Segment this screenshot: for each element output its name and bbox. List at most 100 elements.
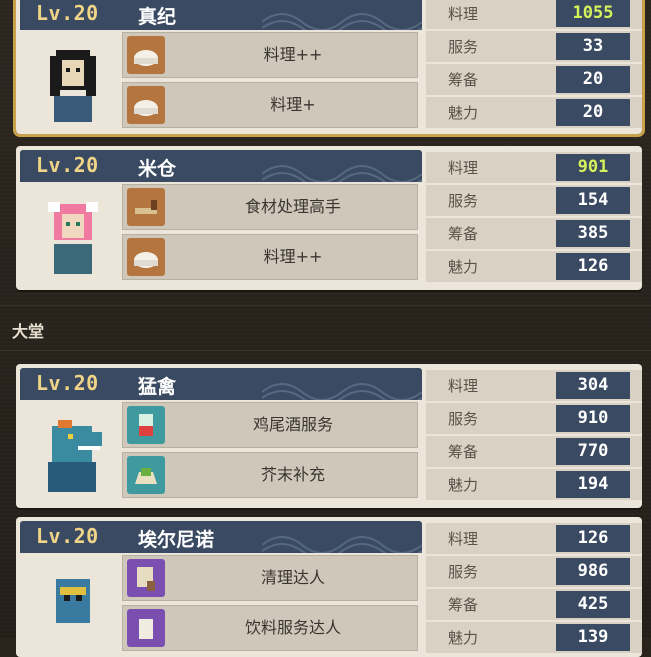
cocktail-icon [127,406,165,444]
divider [0,350,651,351]
staff-name: 埃尔尼诺 [138,529,215,551]
card-header: Lv.20 米仓 [20,150,422,182]
skills-list: 食材处理高手 料理++ [122,184,418,284]
staff-name: 米仓 [138,158,177,180]
stat-service: 服务 33 [426,31,642,62]
rice-icon [127,86,165,124]
stats-panel: 料理 126 服务 986 筹备 425 魅力 139 [426,523,642,655]
stat-label: 筹备 [448,596,479,614]
wave-pattern-icon [262,536,422,553]
stat-label: 服务 [448,192,479,210]
stat-prep: 筹备 20 [426,64,642,95]
stat-prep: 筹备 425 [426,589,642,620]
level-label: Lv.20 [36,1,99,25]
skill-item[interactable]: 清理达人 [122,555,418,601]
drink-icon [127,609,165,647]
staff-card-maki[interactable]: Lv.20 真纪 料理++ 料理+ 料理 1055 服务 33 筹备 20 魅力 20 [13,0,645,137]
stat-value: 385 [556,220,630,247]
wave-pattern-icon [262,13,422,30]
stat-value: 425 [556,591,630,618]
avatar-yonekura [48,202,98,274]
skill-label: 料理++ [263,247,323,266]
stat-cooking: 料理 901 [426,152,642,183]
stat-value: 20 [556,66,630,93]
skill-item[interactable]: 芥末补充 [122,452,418,498]
stat-value: 20 [556,99,630,126]
stat-value: 770 [556,438,630,465]
skills-list: 鸡尾酒服务 芥末补充 [122,402,418,502]
skill-item[interactable]: 鸡尾酒服务 [122,402,418,448]
stat-label: 筹备 [448,71,479,89]
stat-value: 304 [556,372,630,399]
stat-service: 服务 986 [426,556,642,587]
stat-label: 料理 [448,159,479,177]
skills-list: 清理达人 饮料服务达人 [122,555,418,655]
stat-service: 服务 910 [426,403,642,434]
skills-list: 料理++ 料理+ [122,32,418,132]
stat-cooking: 料理 304 [426,370,642,401]
skill-label: 食材处理高手 [244,197,341,216]
rice-icon [127,238,165,276]
skill-label: 料理+ [270,95,316,114]
stat-label: 服务 [448,410,479,428]
staff-name: 猛禽 [138,376,177,398]
stat-prep: 筹备 770 [426,436,642,467]
wave-pattern-icon [262,383,422,400]
stat-charm: 魅力 126 [426,251,642,282]
stat-label: 筹备 [448,443,479,461]
avatar-maki [50,50,96,122]
skill-item[interactable]: 料理+ [122,82,418,128]
stat-value: 139 [556,624,630,651]
card-header: Lv.20 猛禽 [20,368,422,400]
stat-label: 筹备 [448,225,479,243]
stat-value: 1055 [556,0,630,27]
wasabi-icon [127,456,165,494]
stat-label: 魅力 [448,476,479,494]
stat-charm: 魅力 20 [426,97,642,128]
stat-label: 服务 [448,563,479,581]
stat-value: 986 [556,558,630,585]
skill-label: 鸡尾酒服务 [252,415,333,434]
staff-card-yonekura[interactable]: Lv.20 米仓 食材处理高手 料理++ 料理 901 服务 154 筹备 385 魅… [16,146,642,290]
stat-value: 910 [556,405,630,432]
stat-value: 154 [556,187,630,214]
stats-panel: 料理 1055 服务 33 筹备 20 魅力 20 [426,0,642,130]
stat-label: 料理 [448,377,479,395]
stat-label: 魅力 [448,629,479,647]
skill-item[interactable]: 料理++ [122,32,418,78]
skill-item[interactable]: 饮料服务达人 [122,605,418,651]
rice-icon [127,36,165,74]
stat-charm: 魅力 194 [426,469,642,500]
staff-card-raptor[interactable]: Lv.20 猛禽 鸡尾酒服务 芥末补充 料理 304 服务 910 筹备 770 魅力… [16,364,642,508]
level-label: Lv.20 [36,153,99,177]
stat-charm: 魅力 139 [426,622,642,653]
skill-label: 料理++ [263,45,323,64]
stat-value: 901 [556,154,630,181]
skill-label: 饮料服务达人 [244,618,341,637]
avatar-el-nino [56,579,90,623]
stat-value: 126 [556,525,630,552]
skill-item[interactable]: 料理++ [122,234,418,280]
stat-value: 33 [556,33,630,60]
stat-label: 料理 [448,5,479,23]
skill-item[interactable]: 食材处理高手 [122,184,418,230]
divider [0,305,651,306]
stat-cooking: 料理 1055 [426,0,642,29]
stat-service: 服务 154 [426,185,642,216]
level-label: Lv.20 [36,371,99,395]
stat-cooking: 料理 126 [426,523,642,554]
stat-value: 194 [556,471,630,498]
staff-name: 真纪 [138,6,177,28]
avatar-raptor [48,420,102,492]
staff-card-el-nino[interactable]: Lv.20 埃尔尼诺 清理达人 饮料服务达人 料理 126 服务 986 筹备 425… [16,517,642,657]
stat-label: 服务 [448,38,479,56]
broom-icon [127,559,165,597]
skill-label: 芥末补充 [260,465,325,484]
stat-prep: 筹备 385 [426,218,642,249]
skill-label: 清理达人 [260,568,325,587]
stats-panel: 料理 901 服务 154 筹备 385 魅力 126 [426,152,642,284]
stat-label: 魅力 [448,104,479,122]
stats-panel: 料理 304 服务 910 筹备 770 魅力 194 [426,370,642,502]
stat-value: 126 [556,253,630,280]
wave-pattern-icon [262,165,422,182]
